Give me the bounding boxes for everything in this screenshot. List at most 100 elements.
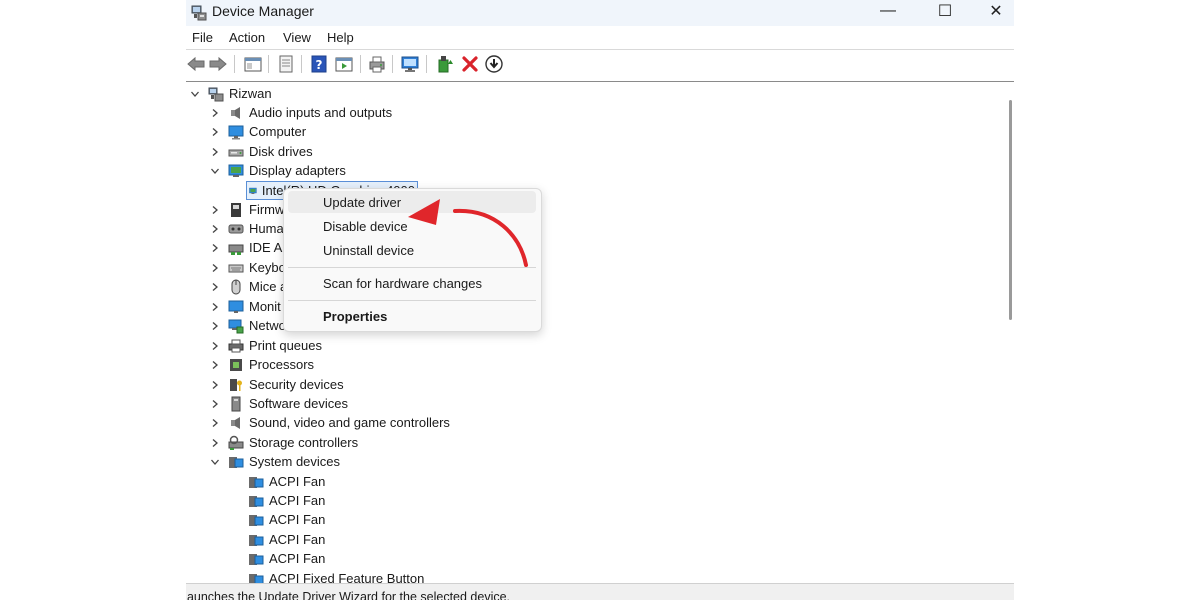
scrollbar-thumb[interactable]: [1009, 100, 1012, 320]
tree-device-row[interactable]: ACPI Fan: [248, 549, 325, 568]
chevron-down-icon[interactable]: [210, 457, 220, 467]
tree-category-row[interactable]: Audio inputs and outputs: [210, 103, 392, 122]
chevron-right-icon[interactable]: [210, 224, 220, 234]
menu-view[interactable]: View: [283, 30, 311, 45]
tree-category-row[interactable]: System devices: [210, 452, 340, 471]
disk-drive-icon: [228, 149, 244, 156]
tree-category-row[interactable]: Sound, video and game controllers: [210, 413, 450, 432]
menu-help[interactable]: Help: [327, 30, 354, 45]
chevron-right-icon[interactable]: [210, 302, 220, 312]
speaker-icon: [231, 416, 240, 429]
tree-category-row[interactable]: IDE A: [210, 238, 282, 257]
tree-category-row[interactable]: Disk drives: [210, 142, 313, 161]
scan-hardware-menu-item[interactable]: Scan for hardware changes: [288, 272, 536, 294]
window-title: Device Manager: [212, 3, 314, 19]
tree-device-label: ACPI Fan: [269, 551, 326, 566]
tree-category-row[interactable]: Firmw: [210, 200, 284, 219]
tree-category-row[interactable]: Keybo: [210, 258, 286, 277]
toolbar-separator: [234, 55, 235, 73]
menu-file[interactable]: File: [192, 30, 213, 45]
toolbar-separator: [426, 55, 427, 73]
minimize-button[interactable]: —: [865, 0, 911, 22]
tree-category-label: System devices: [249, 454, 341, 469]
tree-root-label: Rizwan: [229, 86, 272, 101]
status-bar: Launches the Update Driver Wizard for th…: [186, 583, 1014, 600]
back-arrow-icon[interactable]: [186, 54, 206, 74]
svg-text:?: ?: [316, 58, 323, 72]
tree-category-row[interactable]: Display adapters: [210, 161, 346, 180]
tree-category-label: Computer: [249, 124, 307, 139]
chevron-right-icon[interactable]: [210, 360, 220, 370]
device-tree: Rizwan Audio inputs and outputs Computer…: [186, 82, 998, 583]
chevron-right-icon[interactable]: [210, 380, 220, 390]
print-icon[interactable]: [367, 54, 387, 74]
tree-category-row[interactable]: Mice a: [210, 277, 287, 296]
maximize-button[interactable]: ☐: [922, 0, 968, 22]
printer-icon: [228, 339, 244, 352]
chevron-down-icon[interactable]: [210, 166, 220, 176]
tree-device-row[interactable]: ACPI Fixed Feature Button: [248, 569, 424, 583]
computer-icon: [228, 125, 244, 139]
scan-hardware-icon[interactable]: [400, 54, 420, 74]
speaker-icon: [231, 106, 240, 119]
tree-category-label: Security devices: [249, 377, 344, 392]
tree-device-row[interactable]: ACPI Fan: [248, 510, 325, 529]
system-device-icon: [229, 456, 244, 468]
system-device-icon: [249, 553, 264, 565]
update-driver-icon[interactable]: [435, 54, 455, 74]
chevron-right-icon[interactable]: [210, 147, 220, 157]
chevron-right-icon[interactable]: [210, 263, 220, 273]
tree-device-label: ACPI Fan: [269, 474, 326, 489]
tree-category-row[interactable]: Storage controllers: [210, 433, 358, 452]
hid-icon: [228, 224, 244, 233]
tree-category-row[interactable]: Software devices: [210, 394, 348, 413]
firmware-icon: [231, 202, 241, 217]
tree-category-row[interactable]: Netwo: [210, 316, 286, 335]
menu-action[interactable]: Action: [229, 30, 265, 45]
chevron-right-icon[interactable]: [210, 418, 220, 428]
show-hide-console-tree-icon[interactable]: [243, 54, 263, 74]
tree-category-row[interactable]: Monit: [210, 297, 281, 316]
chevron-right-icon[interactable]: [210, 438, 220, 448]
tree-category-label: Software devices: [249, 396, 348, 411]
vertical-scrollbar[interactable]: [1006, 82, 1014, 583]
chevron-right-icon[interactable]: [210, 127, 220, 137]
tree-device-row[interactable]: ACPI Fan: [248, 472, 325, 491]
help-icon[interactable]: ?: [309, 54, 329, 74]
menu-divider: [186, 49, 1014, 50]
toolbar-separator: [360, 55, 361, 73]
properties-menu-item[interactable]: Properties: [288, 305, 536, 327]
chevron-right-icon[interactable]: [210, 108, 220, 118]
tree-category-row[interactable]: Security devices: [210, 375, 344, 394]
download-driver-icon[interactable]: [484, 54, 504, 74]
tree-category-row[interactable]: Computer: [210, 122, 306, 141]
show-action-pane-icon[interactable]: [334, 54, 354, 74]
chevron-right-icon[interactable]: [210, 205, 220, 215]
tree-category-label: Keybo: [249, 260, 286, 275]
chevron-right-icon[interactable]: [210, 341, 220, 351]
properties-sheet-icon[interactable]: [276, 54, 296, 74]
title-bar: Device Manager — ☐ ✕: [186, 0, 1014, 26]
tree-device-row[interactable]: ACPI Fan: [248, 530, 325, 549]
chevron-right-icon[interactable]: [210, 282, 220, 292]
mouse-icon: [231, 279, 241, 294]
tree-category-label: Firmw: [249, 202, 285, 217]
system-device-icon: [249, 534, 264, 546]
forward-arrow-icon[interactable]: [208, 54, 228, 74]
close-button[interactable]: ✕: [973, 0, 1014, 22]
tree-category-row[interactable]: Print queues: [210, 336, 322, 355]
system-device-icon: [249, 573, 264, 583]
tree-device-row[interactable]: ACPI Fan: [248, 491, 325, 510]
disable-device-icon[interactable]: [460, 54, 480, 74]
chevron-down-icon[interactable]: [190, 89, 200, 99]
chevron-right-icon[interactable]: [210, 321, 220, 331]
tree-category-row[interactable]: Huma: [210, 219, 284, 238]
tree-root-row[interactable]: Rizwan: [190, 84, 272, 103]
monitor-icon: [228, 300, 244, 313]
tree-category-label: Display adapters: [249, 163, 346, 178]
tree-device-label: ACPI Fan: [269, 512, 326, 527]
ide-controller-icon: [228, 244, 244, 255]
chevron-right-icon[interactable]: [210, 243, 220, 253]
chevron-right-icon[interactable]: [210, 399, 220, 409]
tree-category-row[interactable]: Processors: [210, 355, 314, 374]
